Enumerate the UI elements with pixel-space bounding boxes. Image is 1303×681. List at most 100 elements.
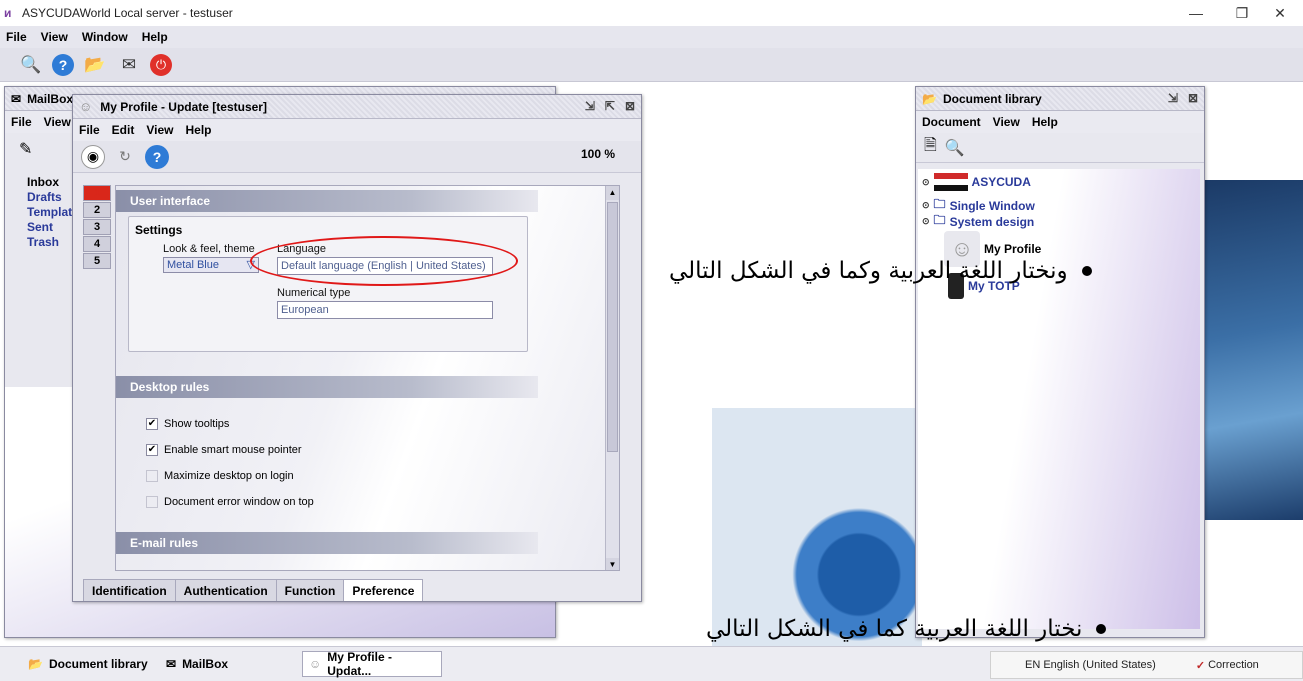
maximize-desktop-checkbox[interactable]: Maximize desktop on login [146, 470, 294, 482]
doclib-menu-bar: Document View Help [916, 111, 1204, 133]
arabic-instruction-1: ونختار اللغة العربية وكما في الشكل التال… [669, 258, 1092, 284]
app-title: ASYCUDAWorld Local server - testuser [22, 6, 233, 20]
task-document-library[interactable]: 📂 Document library [22, 651, 154, 677]
minimize-icon[interactable]: ⇲ [585, 99, 595, 113]
maximize-icon[interactable]: ⇱ [605, 99, 615, 113]
error-window-label: Document error window on top [164, 496, 314, 508]
menu-window[interactable]: Window [82, 30, 128, 44]
port-containers-artwork [1205, 180, 1303, 520]
minimize-icon[interactable]: ⇲ [1168, 91, 1178, 105]
profile-title-bar[interactable]: ☺ My Profile - Update [testuser] ⇲ ⇱ ⊠ [73, 95, 641, 119]
bullet-icon [1096, 624, 1107, 634]
folder-icon: 🗀 [933, 213, 946, 227]
close-icon[interactable]: ⊠ [625, 99, 635, 113]
tree-label-my-profile: My Profile [984, 242, 1042, 256]
profile-toolbar: ◉ ↻ ? [73, 141, 641, 173]
scroll-down-icon[interactable]: ▼ [606, 558, 619, 570]
show-tooltips-checkbox[interactable]: ✔ Show tooltips [146, 418, 229, 430]
profile-title: My Profile - Update [testuser] [100, 99, 267, 114]
side-tab-strip: 1 2 3 4 5 [83, 185, 111, 270]
unchecked-box-icon [146, 496, 158, 508]
tree-node-asycuda[interactable]: ⊙ ASYCUDA [922, 173, 1031, 191]
main-menu-bar: File View Window Help [0, 26, 1303, 48]
help-icon[interactable]: ? [52, 53, 74, 76]
correction-button[interactable]: ✓ Correction [1196, 659, 1259, 672]
task-document-library-label: Document library [48, 657, 148, 671]
expand-icon: ⊙ [922, 216, 930, 226]
language-highlight-ellipse [250, 236, 518, 286]
tab-preference[interactable]: Preference [343, 579, 424, 601]
maximize-desktop-label: Maximize desktop on login [164, 470, 294, 482]
view-eye-icon[interactable]: ◉ [81, 144, 105, 169]
asycuda-globe-artwork [712, 408, 922, 646]
mail-icon[interactable]: ✉ [116, 52, 142, 78]
doclib-menu-document[interactable]: Document [922, 115, 981, 129]
minimize-button[interactable]: — [1173, 0, 1219, 26]
numerical-type-field[interactable]: European [277, 301, 493, 319]
mailbox-menu-view[interactable]: View [44, 115, 71, 129]
mail-icon: ✉ [166, 657, 177, 671]
menu-view[interactable]: View [41, 30, 68, 44]
look-feel-select[interactable]: Metal Blue ▽ [163, 257, 259, 273]
doclib-title-bar[interactable]: 📂 Document library ⇲ ⊠ [916, 87, 1204, 111]
tab-authentication[interactable]: Authentication [174, 579, 277, 601]
close-button[interactable]: ✕ [1257, 0, 1303, 26]
doclib-menu-view[interactable]: View [993, 115, 1020, 129]
compose-icon[interactable]: ✎ [19, 139, 32, 159]
search-icon[interactable]: 🔍 [945, 138, 965, 158]
section-desktop-rules: Desktop rules [116, 376, 538, 398]
main-toolbar: 🔍 ? 📂 ✉ ⏻ [0, 48, 1303, 82]
profile-menu-file[interactable]: File [79, 123, 100, 137]
power-icon[interactable]: ⏻ [150, 53, 172, 76]
tab-identification[interactable]: Identification [83, 579, 176, 601]
scroll-up-icon[interactable]: ▲ [606, 186, 619, 200]
task-mailbox[interactable]: ✉ MailBox [160, 651, 234, 677]
doclib-toolbar: 🗎 🔍 [916, 133, 1204, 163]
look-feel-label: Look & feel, theme [163, 243, 255, 255]
look-feel-value: Metal Blue [167, 259, 219, 271]
profile-menu-view[interactable]: View [146, 123, 173, 137]
doclib-menu-help[interactable]: Help [1032, 115, 1058, 129]
language-indicator[interactable]: EN English (United States) [1025, 659, 1156, 671]
profile-avatar-icon: ☺ [309, 657, 322, 671]
system-tray: EN English (United States) ✓ Correction [990, 651, 1303, 679]
settings-legend: Settings [135, 223, 183, 237]
side-tab-3[interactable]: 3 [83, 219, 111, 235]
tree-node-system-design[interactable]: ⊙ 🗀 System design [922, 211, 1034, 232]
side-tab-5[interactable]: 5 [83, 253, 111, 269]
document-icon[interactable]: 🗎 [924, 134, 937, 161]
tree-label-asycuda: ASYCUDA [971, 175, 1031, 189]
side-tab-1[interactable]: 1 [83, 185, 111, 201]
refresh-icon[interactable]: ↻ [113, 145, 137, 169]
menu-file[interactable]: File [6, 30, 27, 44]
arabic-instruction-1-text: ونختار اللغة العربية وكما في الشكل التال… [669, 258, 1068, 284]
folder-icon[interactable]: 📂 [82, 52, 108, 78]
menu-help[interactable]: Help [142, 30, 168, 44]
profile-menu-bar: File Edit View Help [73, 119, 641, 141]
folder-icon: 📂 [28, 657, 43, 671]
unchecked-box-icon [146, 470, 158, 482]
settings-group: Settings Look & feel, theme Metal Blue ▽… [128, 216, 528, 352]
profile-window[interactable]: ☺ My Profile - Update [testuser] ⇲ ⇱ ⊠ F… [72, 94, 642, 602]
profile-menu-help[interactable]: Help [185, 123, 211, 137]
smart-pointer-checkbox[interactable]: ✔ Enable smart mouse pointer [146, 444, 302, 456]
error-window-checkbox[interactable]: Document error window on top [146, 496, 314, 508]
scroll-thumb[interactable] [607, 202, 618, 452]
side-tab-4[interactable]: 4 [83, 236, 111, 252]
content-scrollbar[interactable]: ▲ ▼ [605, 186, 619, 570]
checkmark-icon: ✔ [146, 418, 158, 430]
tab-function[interactable]: Function [275, 579, 345, 601]
side-tab-2[interactable]: 2 [83, 202, 111, 218]
mailbox-menu-file[interactable]: File [11, 115, 32, 129]
app-logo-icon: ᴎ [4, 6, 12, 20]
expand-icon: ⊙ [922, 176, 930, 187]
profile-menu-edit[interactable]: Edit [112, 123, 135, 137]
close-icon[interactable]: ⊠ [1188, 91, 1198, 105]
task-my-profile-label: My Profile - Updat... [327, 650, 392, 678]
document-library-window[interactable]: 📂 Document library ⇲ ⊠ Document View Hel… [915, 86, 1205, 638]
smart-pointer-label: Enable smart mouse pointer [164, 444, 302, 456]
arabic-instruction-2: نختار اللغة العربية كما في الشكل التالي [706, 616, 1107, 642]
search-icon[interactable]: 🔍 [18, 52, 44, 78]
task-my-profile[interactable]: ☺ My Profile - Updat... [302, 650, 442, 678]
help-icon[interactable]: ? [145, 144, 169, 169]
